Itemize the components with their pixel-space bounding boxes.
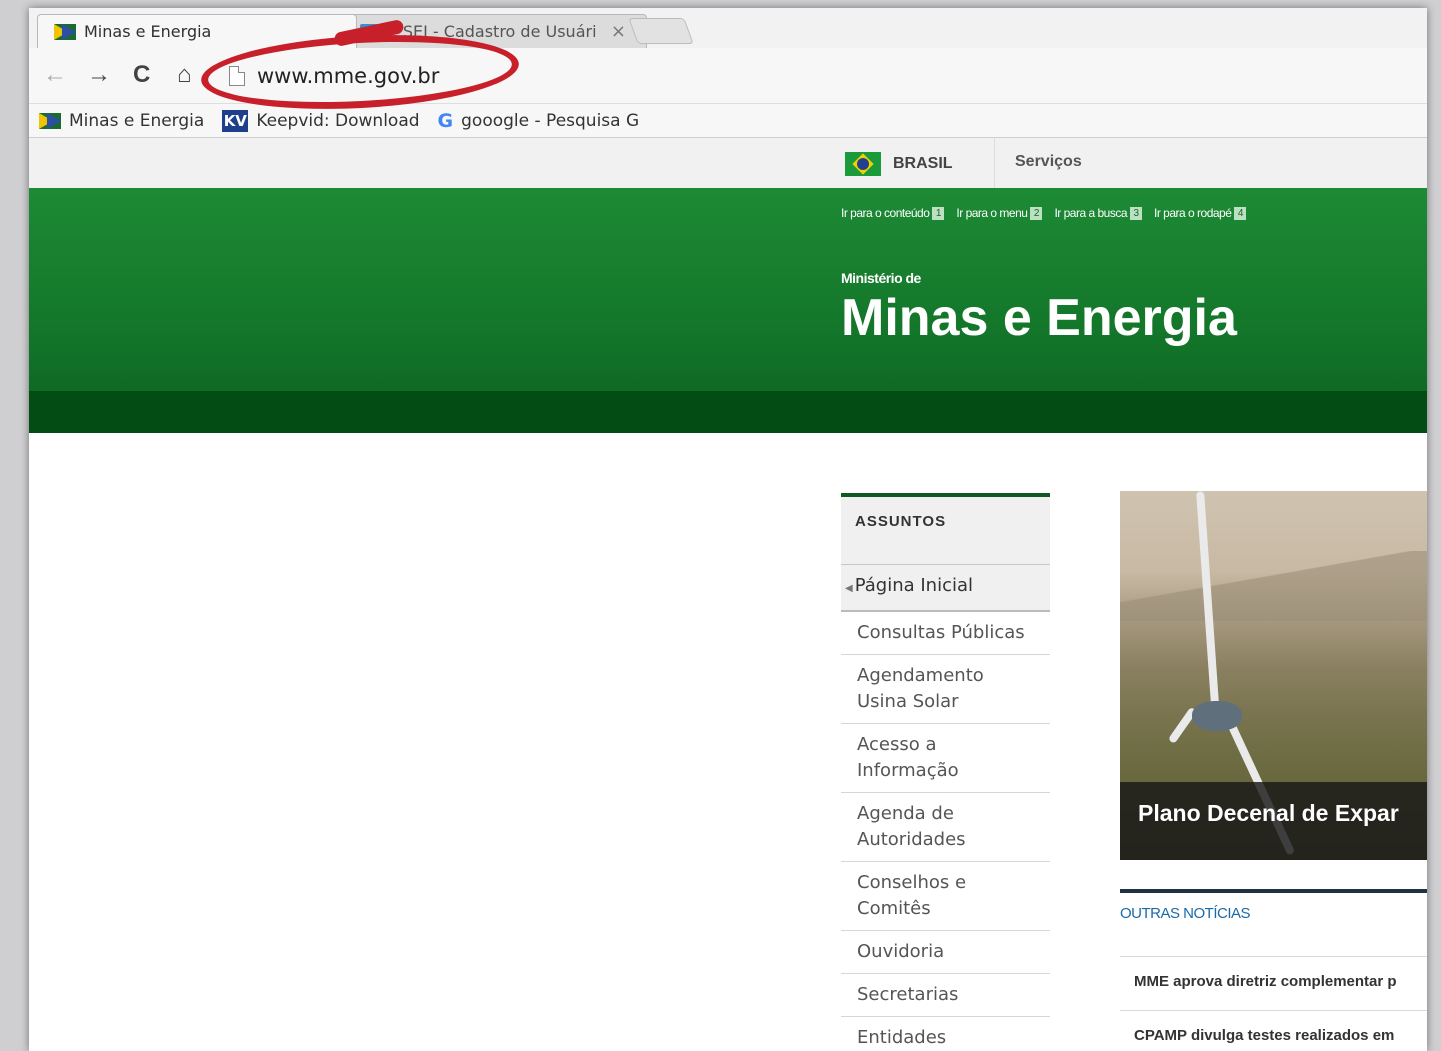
divider xyxy=(994,138,995,188)
skip-link-search[interactable]: Ir para a busca 3 xyxy=(1054,206,1142,220)
reload-icon[interactable]: C xyxy=(133,60,150,90)
skip-links: Ir para o conteúdo 1 Ir para o menu 2 Ir p… xyxy=(841,206,1258,220)
menu-item-secretarias[interactable]: Secretarias xyxy=(841,974,1050,1017)
assuntos-menu: ASSUNTOS ◀ Página Inicial Consultas Públi… xyxy=(841,493,1050,1051)
bookmark-label: Minas e Energia xyxy=(69,110,205,131)
menu-item-entidades[interactable]: Entidades xyxy=(841,1017,1050,1051)
new-tab-button[interactable] xyxy=(628,18,694,44)
brasil-link[interactable]: BRASIL xyxy=(845,152,953,176)
tab-close-icon[interactable]: × xyxy=(611,21,626,42)
menu-item-conselhos-comites[interactable]: Conselhos e Comitês xyxy=(841,862,1050,931)
site-title[interactable]: Minas e Energia xyxy=(841,288,1237,348)
mme-favicon-icon xyxy=(39,112,61,129)
tab-strip: sei :: SEI - Cadastro de Usuári × Minas … xyxy=(29,8,1427,48)
wind-turbine-hub xyxy=(1192,701,1242,731)
brasil-label: BRASIL xyxy=(893,155,953,172)
bookmark-label: gooogle - Pesquisa G xyxy=(461,110,640,131)
google-icon: G xyxy=(437,109,454,132)
bookmark-minas-energia[interactable]: Minas e Energia xyxy=(39,111,204,131)
news-list: MME aprova diretriz complementar p CPAMP… xyxy=(1120,956,1427,1051)
keepvid-icon: KV xyxy=(222,109,249,132)
menu-item-consultas-publicas[interactable]: Consultas Públicas xyxy=(841,612,1050,655)
bookmarks-bar: Minas e Energia KV Keepvid: Download G g… xyxy=(29,104,1427,138)
browser-window: sei :: SEI - Cadastro de Usuári × Minas … xyxy=(29,8,1427,1051)
mme-favicon-icon xyxy=(54,23,76,40)
banner-caption[interactable]: Plano Decenal de Expar xyxy=(1120,782,1427,860)
header-nav-bar xyxy=(29,391,1427,433)
site-header: Ir para o conteúdo 1 Ir para o menu 2 Ir p… xyxy=(29,188,1427,391)
menu-item-acesso-informacao[interactable]: Acesso a Informação xyxy=(841,724,1050,793)
bookmark-keepvid[interactable]: KV Keepvid: Download xyxy=(222,109,420,132)
menu-item-agenda-autoridades[interactable]: Agenda de Autoridades xyxy=(841,793,1050,862)
banner-photo xyxy=(1120,551,1427,621)
assuntos-heading: ASSUNTOS xyxy=(841,493,1050,565)
servicos-link[interactable]: Serviços xyxy=(1015,153,1082,171)
back-arrow-icon[interactable]: ← xyxy=(43,60,67,90)
ministerio-label: Ministério de xyxy=(841,270,921,286)
skip-link-content[interactable]: Ir para o conteúdo 1 xyxy=(841,206,945,220)
triangle-icon: ◀ xyxy=(845,583,853,594)
news-item[interactable]: MME aprova diretriz complementar p xyxy=(1120,956,1427,1010)
tab-title: Minas e Energia xyxy=(84,22,212,41)
brazil-flag-icon xyxy=(845,152,881,176)
menu-item-pagina-inicial[interactable]: ◀ Página Inicial xyxy=(841,565,1050,612)
menu-item-ouvidoria[interactable]: Ouvidoria xyxy=(841,931,1050,974)
outras-noticias-heading[interactable]: OUTRAS NOTÍCIAS xyxy=(1120,905,1251,922)
web-page: BRASIL Serviços Ir para o conteúdo 1 Ir p… xyxy=(29,138,1427,1051)
bookmark-label: Keepvid: Download xyxy=(256,110,420,131)
skip-link-footer[interactable]: Ir para o rodapé 4 xyxy=(1154,206,1247,220)
menu-item-agendamento-usina-solar[interactable]: Agendamento Usina Solar xyxy=(841,655,1050,724)
featured-banner[interactable]: Plano Decenal de Expar xyxy=(1120,491,1427,860)
home-icon[interactable]: ⌂ xyxy=(177,60,192,90)
skip-link-menu[interactable]: Ir para o menu 2 xyxy=(956,206,1043,220)
gov-bar: BRASIL Serviços xyxy=(29,138,1427,188)
news-divider xyxy=(1120,889,1427,893)
news-item[interactable]: CPAMP divulga testes realizados em xyxy=(1120,1010,1427,1051)
bookmark-google[interactable]: G gooogle - Pesquisa G xyxy=(438,110,640,132)
forward-arrow-icon[interactable]: → xyxy=(87,60,111,90)
